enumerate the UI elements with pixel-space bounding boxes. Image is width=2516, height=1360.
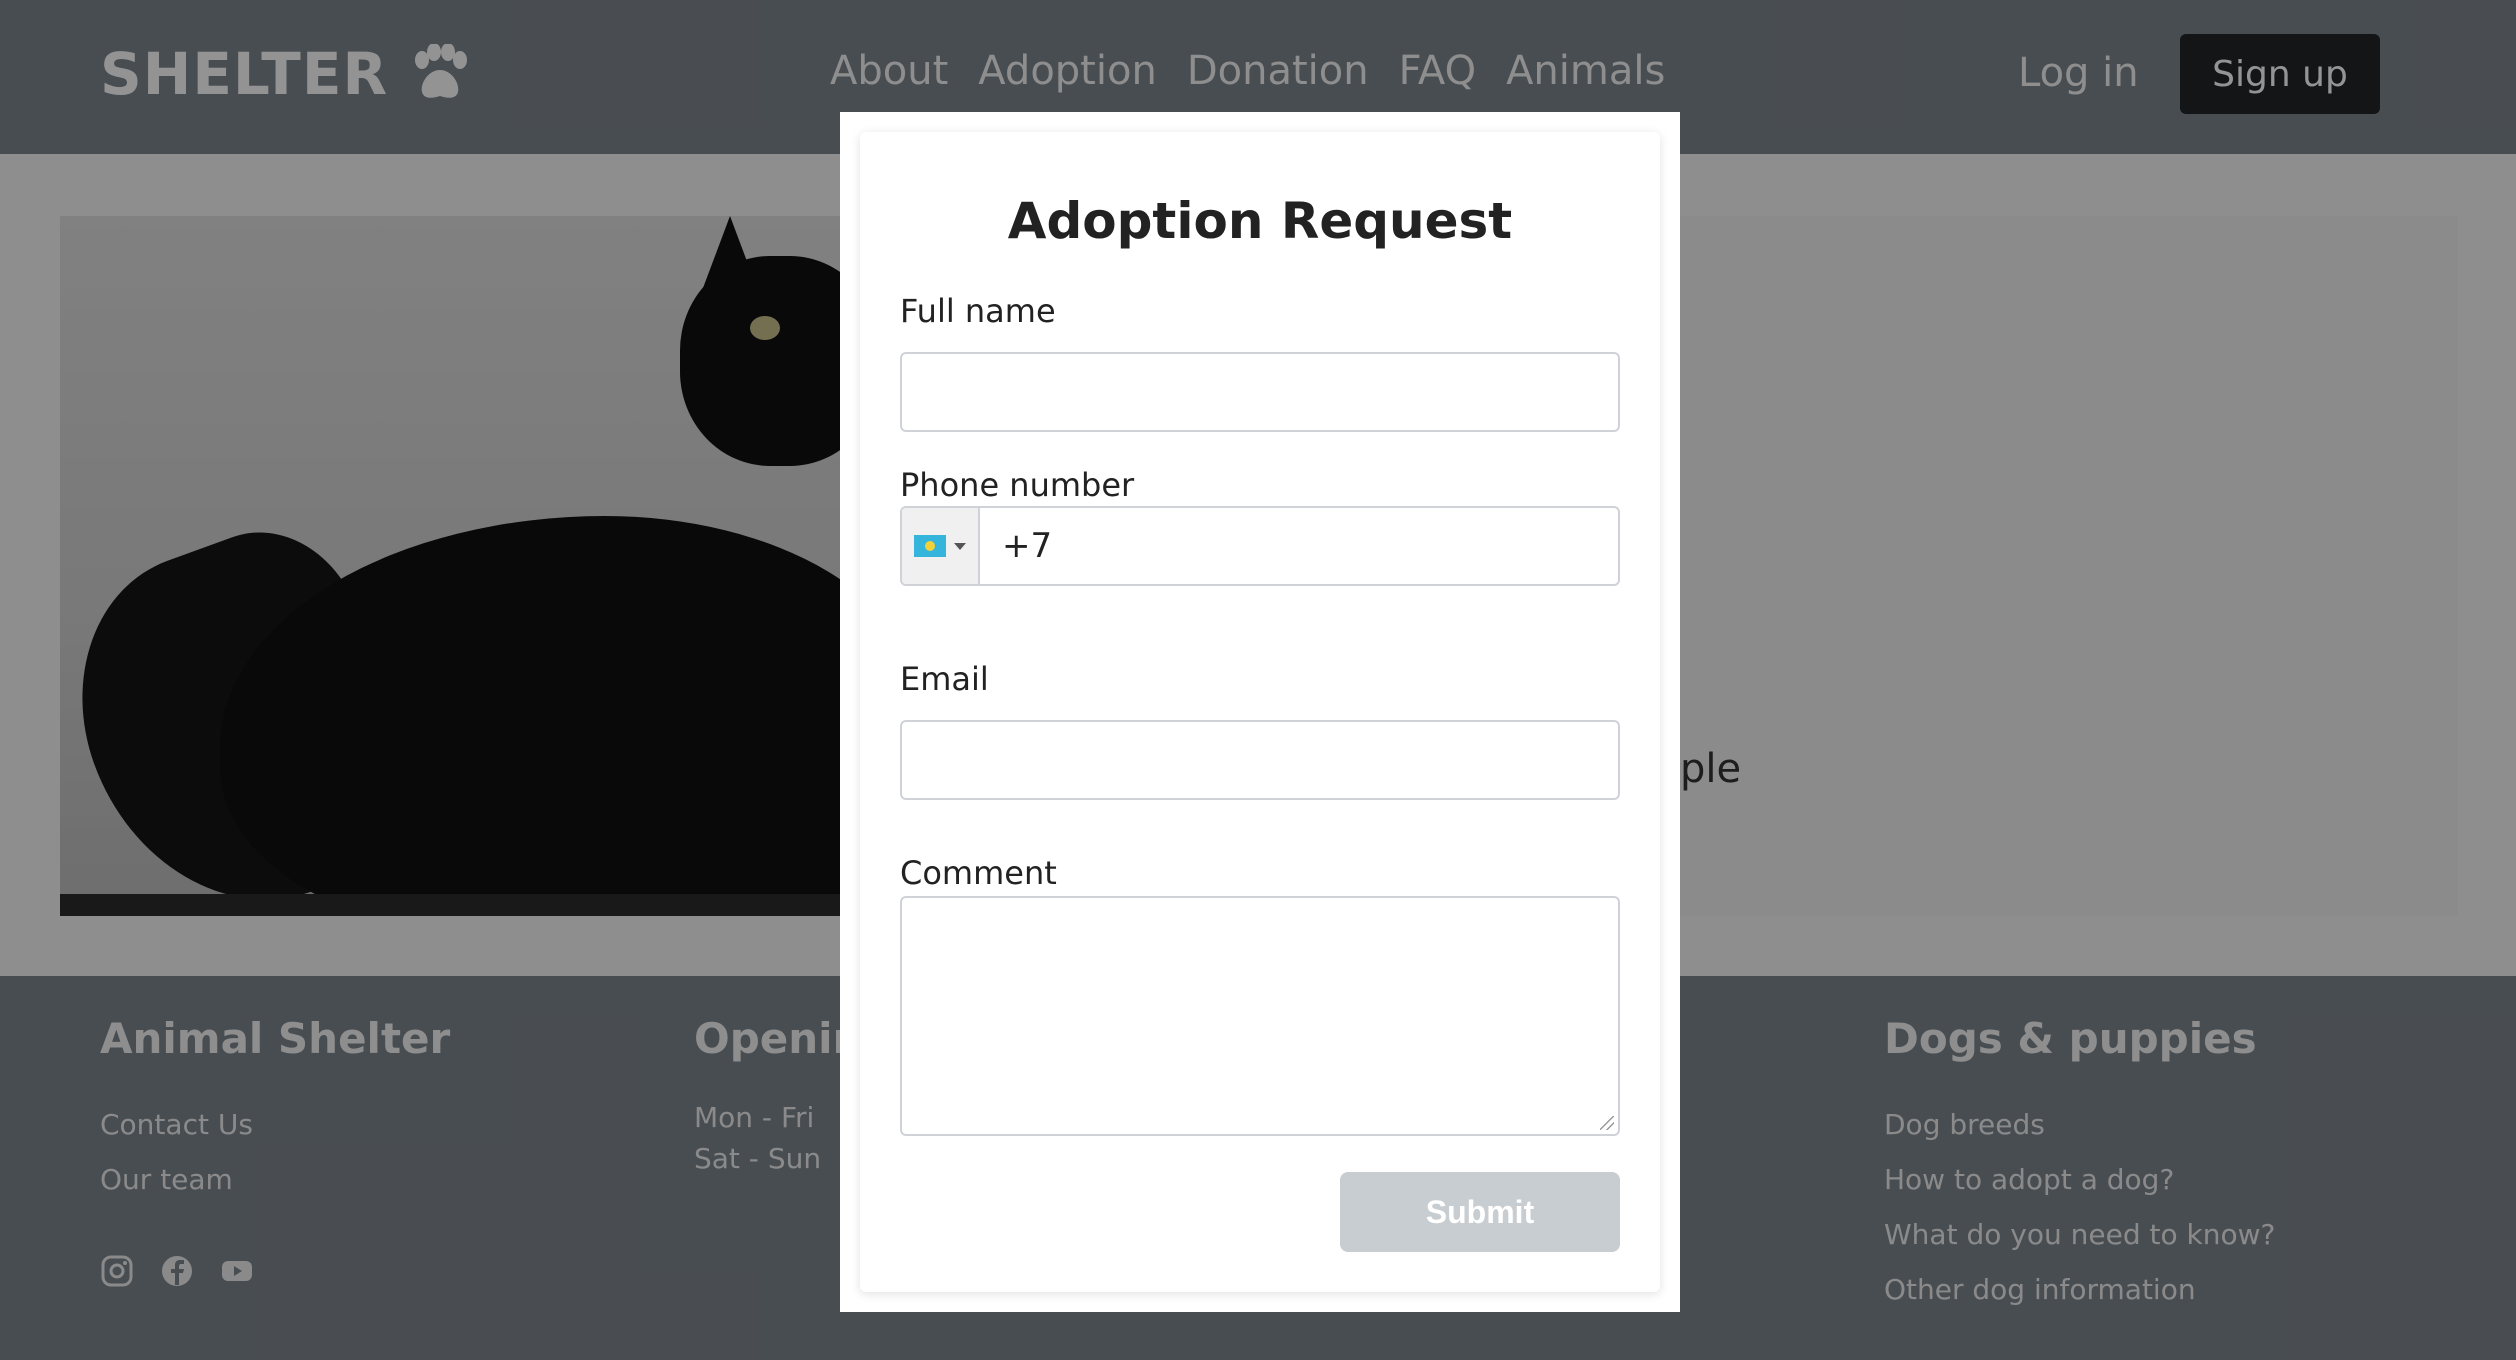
modal-frame: Adoption Request Full name Phone number … [840,112,1680,1312]
resize-handle-icon[interactable] [1600,1116,1614,1130]
full-name-label: Full name [900,292,1056,330]
comment-textarea[interactable] [900,896,1620,1136]
adoption-request-modal: Adoption Request Full name Phone number … [860,132,1660,1292]
submit-button[interactable]: Submit [1340,1172,1620,1252]
phone-input-group: +7 [900,506,1620,586]
email-input[interactable] [900,720,1620,800]
kazakhstan-flag-icon [914,535,946,557]
full-name-input[interactable] [900,352,1620,432]
phone-label: Phone number [900,466,1135,504]
comment-label: Comment [900,854,1057,892]
country-code-dropdown[interactable] [902,508,980,584]
email-label: Email [900,660,989,698]
caret-down-icon [954,542,966,550]
modal-title: Adoption Request [1007,192,1513,250]
phone-input[interactable]: +7 [980,508,1052,584]
